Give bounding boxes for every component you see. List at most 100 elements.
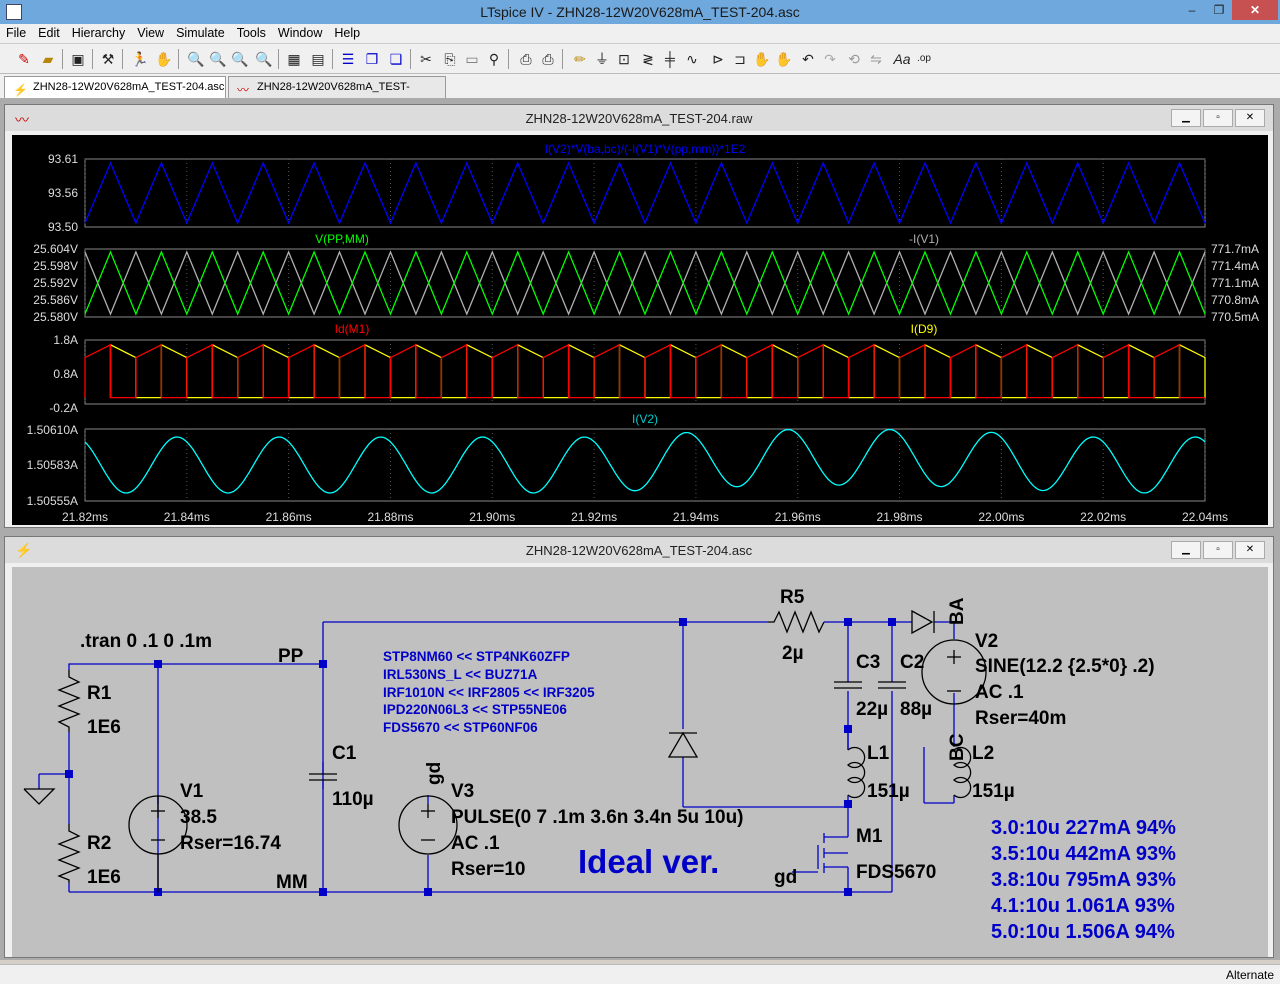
menu-edit[interactable]: Edit bbox=[32, 24, 66, 40]
resistor-icon[interactable]: ≷ bbox=[638, 49, 658, 69]
status-bar: Alternate bbox=[0, 964, 1280, 984]
menu-file[interactable]: File bbox=[0, 24, 32, 40]
waveform-window-title: ZHN28-12W20V628mA_TEST-204.raw bbox=[525, 111, 753, 126]
r5-name: R5 bbox=[780, 587, 805, 608]
pane3-trace-label-idm1: Id(M1) bbox=[335, 322, 370, 336]
redo-icon[interactable]: ↷ bbox=[820, 49, 840, 69]
v2-value: SINE(12.2 {2.5*0} .2) bbox=[975, 656, 1155, 677]
component-icon[interactable]: ⊐ bbox=[730, 49, 750, 69]
menu-help[interactable]: Help bbox=[328, 24, 366, 40]
label-net-icon[interactable]: ⊡ bbox=[614, 49, 634, 69]
cascade-icon[interactable]: ❐ bbox=[362, 49, 382, 69]
copy-icon[interactable]: ⎘ bbox=[440, 49, 460, 69]
c2-symbol bbox=[878, 681, 906, 689]
waveform-icon: 〰 bbox=[237, 83, 250, 97]
pane2-right-ytick: 770.5mA bbox=[1211, 310, 1259, 324]
menu-tools[interactable]: Tools bbox=[231, 24, 272, 40]
control-panel-icon[interactable]: ⚒ bbox=[98, 49, 118, 69]
spice-directive-icon[interactable]: .op bbox=[914, 49, 934, 69]
pane2-right-ytick: 771.7mA bbox=[1211, 242, 1259, 256]
result-line: 4.1:10u 1.061A 93% bbox=[991, 895, 1175, 917]
waveform-restore-button[interactable]: ▫ bbox=[1203, 109, 1233, 127]
tab-schematic[interactable]: ⚡ ZHN28-12W20V628mA_TEST-204.asc bbox=[4, 76, 226, 98]
mirror-icon[interactable]: ⇋ bbox=[866, 49, 886, 69]
window-title: LTspice IV - ZHN28-12W20V628mA_TEST-204.… bbox=[480, 4, 800, 20]
net-label-pp: PP bbox=[278, 646, 304, 667]
v1-rser: Rser=16.74 bbox=[180, 833, 281, 854]
find-icon[interactable]: ⚲ bbox=[484, 49, 504, 69]
pan-icon[interactable]: 🔍 bbox=[208, 49, 228, 69]
zoom-fit-icon[interactable]: 🔍 bbox=[254, 49, 274, 69]
new-schematic-icon[interactable]: ✎ bbox=[14, 49, 34, 69]
waveform-plot-area[interactable]: I(V2)*V(ba,bc)/(-I(V1)*V(pp,mm))*1E2 V(P… bbox=[12, 135, 1268, 525]
tile-horizontal-icon[interactable]: ☰ bbox=[338, 49, 358, 69]
run-icon[interactable]: 🏃 bbox=[130, 49, 150, 69]
open-folder-icon[interactable]: ▰ bbox=[38, 49, 58, 69]
x-tick-label: 21.88ms bbox=[367, 510, 413, 524]
pane2-frame bbox=[84, 248, 1206, 318]
menu-window[interactable]: Window bbox=[272, 24, 328, 40]
drag-icon[interactable]: ✋ bbox=[774, 49, 794, 69]
schematic-icon: ⚡ bbox=[13, 83, 28, 97]
paste-icon[interactable]: ▭ bbox=[462, 49, 482, 69]
x-tick-label: 21.90ms bbox=[469, 510, 515, 524]
c1-name: C1 bbox=[332, 743, 357, 764]
schematic-minimize-button[interactable]: ▁ bbox=[1171, 541, 1201, 559]
toolbar: ✎ ▰ ▣ ⚒ 🏃 ✋ 🔍 🔍 🔍 🔍 ▦ ▤ ☰ ❐ ❏ ✂ ⎘ ▭ ⚲ ⎙ … bbox=[0, 44, 1280, 74]
x-tick-label: 21.82ms bbox=[62, 510, 108, 524]
move-icon[interactable]: ✋ bbox=[752, 49, 772, 69]
schematic-canvas[interactable]: .tran 0 .1 0 .1m PP MM gd gd BA BC R1 1E… bbox=[12, 567, 1268, 957]
menu-bar: File Edit Hierarchy View Simulate Tools Window… bbox=[0, 24, 1280, 44]
pane2-left-ytick: 25.586V bbox=[33, 293, 78, 307]
text-icon[interactable]: Aa bbox=[892, 49, 912, 69]
v3-symbol bbox=[398, 795, 458, 855]
schematic-window-titlebar: ⚡ ZHN28-12W20V628mA_TEST-204.asc ▁ ▫ ✕ bbox=[5, 537, 1273, 563]
menu-view[interactable]: View bbox=[131, 24, 170, 40]
zoom-out-icon[interactable]: 🔍 bbox=[230, 49, 250, 69]
schematic-restore-button[interactable]: ▫ bbox=[1203, 541, 1233, 559]
pane1-frame bbox=[84, 158, 1206, 228]
diode-icon[interactable]: ⊳ bbox=[708, 49, 728, 69]
tab-waveform[interactable]: 〰ZHN28-12W20V628mA_TEST-204.raw bbox=[228, 76, 446, 113]
print-icon[interactable]: ⎙ bbox=[538, 49, 558, 69]
pane2-trace-label-vpp: V(PP,MM) bbox=[315, 232, 369, 246]
pane2-trace-vpp bbox=[84, 250, 1206, 316]
cut-icon[interactable]: ✂ bbox=[416, 49, 436, 69]
schematic-close-button[interactable]: ✕ bbox=[1235, 541, 1265, 559]
r2-name: R2 bbox=[87, 833, 111, 854]
x-tick-label: 21.84ms bbox=[164, 510, 210, 524]
autorange-icon[interactable]: ▦ bbox=[284, 49, 304, 69]
mosfet-note: FDS5670 << STP60NF06 bbox=[383, 720, 538, 735]
pane3-trace-idm1 bbox=[84, 343, 1205, 399]
undo-icon[interactable]: ↶ bbox=[798, 49, 818, 69]
v2-name: V2 bbox=[975, 631, 998, 652]
title-bar: LTspice IV - ZHN28-12W20V628mA_TEST-204.… bbox=[0, 0, 1280, 24]
rotate-icon[interactable]: ⟲ bbox=[844, 49, 864, 69]
maximize-button[interactable]: ❐ bbox=[1206, 0, 1232, 20]
ground-icon[interactable]: ⏚ bbox=[592, 49, 612, 69]
print-setup-icon[interactable]: ⎙ bbox=[516, 49, 536, 69]
net-label-bc: BC bbox=[947, 733, 968, 761]
mosfet-notes: STP8NM60 << STP4NK60ZFP IRL530NS_L << BU… bbox=[383, 649, 595, 735]
pane3-trace-label-id9: I(D9) bbox=[911, 322, 938, 336]
zoom-in-icon[interactable]: 🔍 bbox=[186, 49, 206, 69]
capacitor-icon[interactable]: ╪ bbox=[660, 49, 680, 69]
l1-value: 151µ bbox=[867, 781, 910, 802]
save-icon[interactable]: ▣ bbox=[68, 49, 88, 69]
pick-visible-traces-icon[interactable]: ▤ bbox=[308, 49, 328, 69]
menu-simulate[interactable]: Simulate bbox=[170, 24, 231, 40]
waveform-close-button[interactable]: ✕ bbox=[1235, 109, 1265, 127]
close-button[interactable]: ✕ bbox=[1232, 0, 1278, 20]
draw-wire-icon[interactable]: ✏ bbox=[570, 49, 590, 69]
r1-name: R1 bbox=[87, 683, 112, 704]
tile-vertical-icon[interactable]: ❏ bbox=[386, 49, 406, 69]
waveform-minimize-button[interactable]: ▁ bbox=[1171, 109, 1201, 127]
pane1-trace-label: I(V2)*V(ba,bc)/(-I(V1)*V(pp,mm))*1E2 bbox=[545, 142, 746, 156]
menu-hierarchy[interactable]: Hierarchy bbox=[66, 24, 132, 40]
minimize-button[interactable]: – bbox=[1178, 0, 1206, 20]
pane2-left-ytick: 25.580V bbox=[33, 310, 78, 324]
halt-icon[interactable]: ✋ bbox=[154, 49, 174, 69]
inductor-icon[interactable]: ∿ bbox=[682, 49, 702, 69]
pane4-ytick: 1.50555A bbox=[27, 494, 78, 508]
waveform-svg: I(V2)*V(ba,bc)/(-I(V1)*V(pp,mm))*1E2 V(P… bbox=[27, 142, 1259, 524]
